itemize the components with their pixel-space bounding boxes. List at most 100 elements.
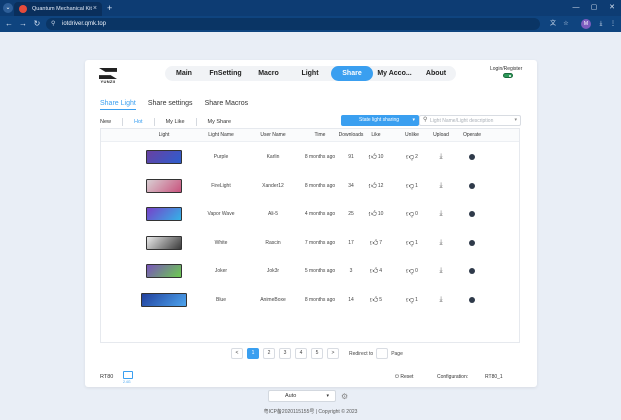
page-jump-input[interactable] xyxy=(376,348,389,359)
nav-my-account[interactable]: My Acco... xyxy=(373,66,416,81)
browser-toolbar: ← → ↻ ⚲ iotdriver.qmk.top 文 ☆ M ⤓ ⋮ xyxy=(0,16,621,32)
upload-button[interactable]: ⤓ xyxy=(426,172,456,200)
page-5-button[interactable]: 5 xyxy=(311,348,323,359)
connection-toggle[interactable] xyxy=(503,73,513,78)
like-button[interactable]: 👍︎ 12 xyxy=(361,172,391,200)
nav-about[interactable]: About xyxy=(416,66,456,81)
app-card: YUNZII Main FnSetting Macro Light Share … xyxy=(85,60,537,387)
translate-icon[interactable]: 文 xyxy=(548,19,558,29)
filter-my-share[interactable]: My Share xyxy=(208,118,232,126)
menu-kebab-icon[interactable]: ⋮ xyxy=(608,19,618,29)
search-box[interactable]: ⚲ ▾ xyxy=(419,115,521,126)
filter-divider xyxy=(195,118,197,126)
keyboard-thumbnail xyxy=(146,207,182,221)
filter-divider xyxy=(153,118,155,126)
reload-icon[interactable]: ↻ xyxy=(31,18,43,30)
like-button[interactable]: 👍︎ 4 xyxy=(361,257,391,285)
site-info-icon[interactable]: ⚲ xyxy=(51,18,55,30)
light-name-cell: Blue xyxy=(215,296,226,303)
browser-tab[interactable]: Quantum Mechanical Kit × xyxy=(14,2,102,16)
prev-page-button[interactable]: < xyxy=(231,348,243,359)
download-icon[interactable]: ⤓ xyxy=(596,19,606,29)
minimize-icon[interactable]: — xyxy=(567,0,585,16)
operate-button[interactable] xyxy=(457,143,487,171)
user-name-cell: Karlin xyxy=(266,154,280,160)
unlike-button[interactable]: 👎︎ 0 xyxy=(397,200,427,228)
keyboard-thumbnail xyxy=(146,178,182,193)
upload-button[interactable]: ⤓ xyxy=(426,229,456,257)
unlike-button[interactable]: 👎︎ 1 xyxy=(397,229,427,257)
configuration-label: Configuration: xyxy=(437,374,469,380)
nav-macro[interactable]: Macro xyxy=(248,66,289,81)
chevron-down-icon: ▾ xyxy=(326,393,329,399)
nav-share[interactable]: Share xyxy=(331,66,373,81)
keyboard-thumbnail xyxy=(146,150,182,164)
col-header-unlike: Unlike xyxy=(405,132,419,138)
profile-avatar[interactable]: M xyxy=(581,19,591,29)
like-button[interactable]: 👍︎ 5 xyxy=(361,286,391,314)
more-options-icon xyxy=(469,268,475,274)
filter-my-like[interactable]: My Like xyxy=(166,118,185,126)
like-button[interactable]: 👍︎ 10 xyxy=(361,200,391,228)
chevron-down-icon[interactable]: ▾ xyxy=(514,116,517,125)
unlike-button[interactable]: 👎︎ 2 xyxy=(397,143,427,171)
new-tab-icon[interactable]: + xyxy=(107,2,112,14)
close-tab-icon[interactable]: × xyxy=(93,2,97,16)
upload-button[interactable]: ⤓ xyxy=(426,200,456,228)
back-icon[interactable]: ← xyxy=(3,18,15,30)
page: YUNZII Main FnSetting Macro Light Share … xyxy=(0,32,621,420)
subtab-share-settings[interactable]: Share settings xyxy=(148,100,193,110)
thumbs-up-icon: 👍︎ xyxy=(369,237,379,247)
address-bar[interactable]: ⚲ iotdriver.qmk.top xyxy=(46,18,540,30)
next-page-button[interactable]: > xyxy=(327,348,339,359)
operate-button[interactable] xyxy=(457,200,487,228)
operate-button[interactable] xyxy=(457,172,487,200)
upload-button[interactable]: ⤓ xyxy=(426,143,456,171)
nav-main[interactable]: Main xyxy=(165,66,203,81)
login-register-link[interactable]: Login/Register xyxy=(490,66,522,72)
nav-fnsetting[interactable]: FnSetting xyxy=(203,66,248,81)
forward-icon[interactable]: → xyxy=(17,18,29,30)
like-button[interactable]: 👍︎ 10 xyxy=(361,143,391,171)
brand-logo: YUNZII xyxy=(97,68,119,84)
unlike-button[interactable]: 👎︎ 1 xyxy=(397,172,427,200)
subtab-share-light[interactable]: Share Light xyxy=(100,100,136,110)
thumbs-up-icon: 👍︎ xyxy=(368,152,377,161)
like-count: 5 xyxy=(379,296,383,303)
operate-button[interactable] xyxy=(457,229,487,257)
close-window-icon[interactable]: ✕ xyxy=(603,0,621,16)
thumbs-up-icon: 👍︎ xyxy=(369,266,379,275)
state-light-sharing-button[interactable]: State light sharing ▾ xyxy=(341,115,419,126)
col-header-operate: Operate xyxy=(462,132,482,138)
page-3-button[interactable]: 3 xyxy=(279,348,291,359)
filter-new[interactable]: New xyxy=(100,118,111,126)
tab-search-icon[interactable]: ⌄ xyxy=(3,3,13,13)
filter-divider xyxy=(122,118,124,126)
maximize-icon[interactable]: ▢ xyxy=(585,0,603,16)
auto-select[interactable]: Auto ▾ xyxy=(268,390,336,402)
settings-icon[interactable]: ⚙ xyxy=(341,392,351,401)
upload-button[interactable]: ⤓ xyxy=(426,286,456,314)
nav-light[interactable]: Light xyxy=(289,66,331,81)
keyboard-thumbnail xyxy=(146,235,182,250)
upload-button[interactable]: ⤓ xyxy=(426,257,456,285)
unlike-count: 1 xyxy=(415,239,418,246)
like-button[interactable]: 👍︎ 7 xyxy=(361,229,391,257)
filter-hot[interactable]: Hot xyxy=(134,118,143,126)
configuration-select[interactable]: RT80_1 xyxy=(485,374,503,380)
page-4-button[interactable]: 4 xyxy=(295,348,307,359)
more-options-icon xyxy=(469,182,475,189)
page-2-button[interactable]: 2 xyxy=(263,348,275,359)
unlike-button[interactable]: 👎︎ 0 xyxy=(397,257,427,285)
operate-button[interactable] xyxy=(457,257,487,285)
wireless-icon[interactable] xyxy=(123,371,133,379)
more-options-icon xyxy=(469,239,475,246)
download-arrow-icon: ⤓ xyxy=(439,295,443,303)
page-1-button[interactable]: 1 xyxy=(247,348,259,359)
subtab-share-macros[interactable]: Share Macros xyxy=(205,100,249,110)
operate-button[interactable] xyxy=(457,286,487,314)
search-input[interactable] xyxy=(430,116,512,125)
bookmark-star-icon[interactable]: ☆ xyxy=(561,19,571,29)
reset-button[interactable]: ⏻ Reset xyxy=(395,374,413,380)
unlike-button[interactable]: 👎︎ 1 xyxy=(397,286,427,314)
